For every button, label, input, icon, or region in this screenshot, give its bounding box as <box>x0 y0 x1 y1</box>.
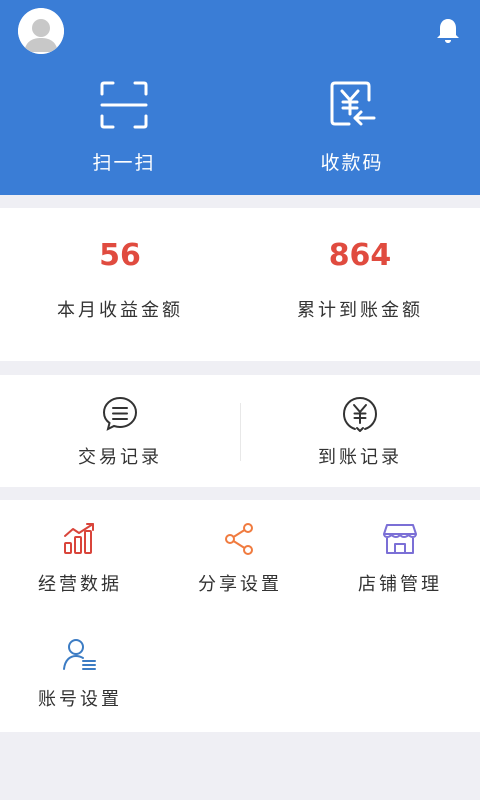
records-card: 交易记录 到账记录 <box>0 375 480 487</box>
header-bar: 扫一扫 收款码 <box>0 0 480 195</box>
menu-item-share-settings[interactable]: 分享设置 <box>160 500 320 600</box>
total-received-value: 864 <box>328 238 392 273</box>
transaction-records-label: 交易记录 <box>78 447 162 468</box>
menu-item-label: 账号设置 <box>38 689 122 710</box>
notification-bell-icon[interactable] <box>433 16 463 46</box>
received-records-label: 到账记录 <box>318 447 402 468</box>
transaction-records-button[interactable]: 交易记录 <box>0 375 240 487</box>
monthly-income-label: 本月收益金额 <box>57 300 183 321</box>
menu-item-label: 分享设置 <box>198 574 282 595</box>
chat-list-icon <box>102 396 138 431</box>
share-icon <box>225 523 253 555</box>
menu-item-label: 经营数据 <box>38 574 122 595</box>
receipt-code-button[interactable]: 收款码 <box>272 80 432 180</box>
menu-item-account-settings[interactable]: 账号设置 <box>0 615 160 715</box>
received-records-button[interactable]: 到账记录 <box>240 375 480 487</box>
receipt-code-icon <box>330 81 376 126</box>
stats-card: 56 本月收益金额 864 累计到账金额 <box>0 208 480 361</box>
user-avatar-icon <box>18 8 64 54</box>
avatar[interactable] <box>18 8 64 54</box>
shop-icon <box>383 524 417 554</box>
menu-grid-card: 经营数据 分享设置 店铺管理 账号设置 <box>0 500 480 732</box>
menu-item-business-data[interactable]: 经营数据 <box>0 500 160 600</box>
menu-item-label: 店铺管理 <box>358 574 442 595</box>
scan-label: 扫一扫 <box>92 152 156 174</box>
total-received-label: 累计到账金额 <box>297 300 423 321</box>
monthly-income-value: 56 <box>99 238 141 273</box>
scan-button[interactable]: 扫一扫 <box>44 80 204 180</box>
bar-chart-icon <box>64 523 94 554</box>
scan-icon <box>100 81 148 129</box>
receipt-code-label: 收款码 <box>320 152 384 174</box>
yuan-coin-icon <box>343 397 377 432</box>
menu-item-shop-management[interactable]: 店铺管理 <box>320 500 480 600</box>
account-icon <box>63 639 96 670</box>
